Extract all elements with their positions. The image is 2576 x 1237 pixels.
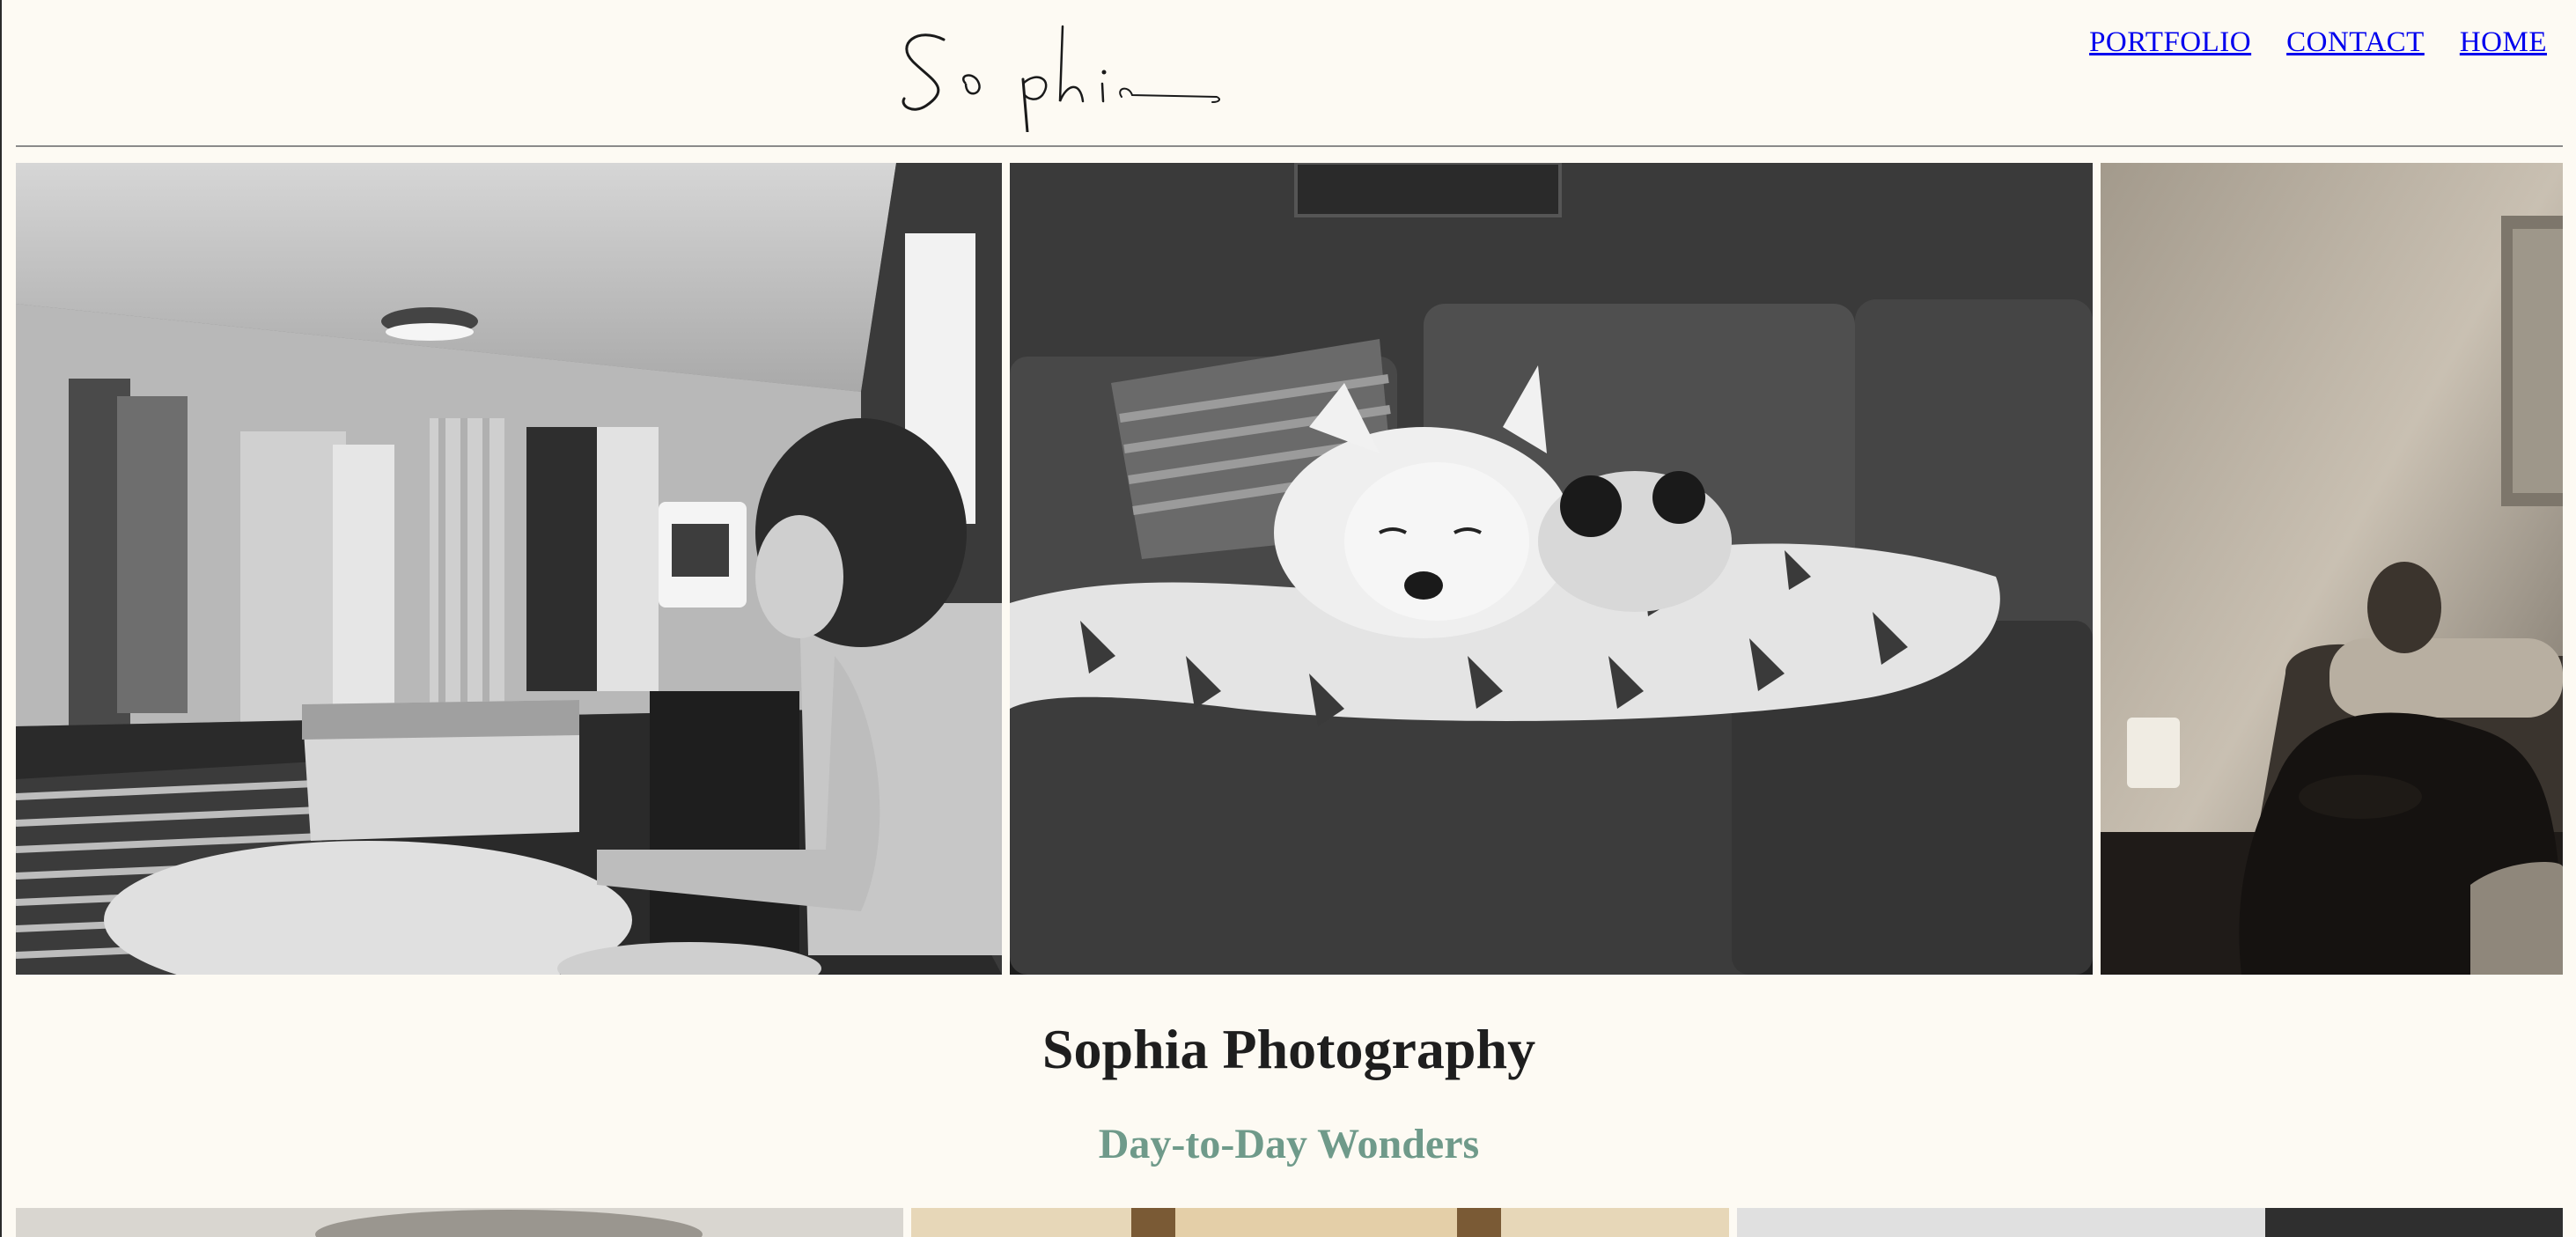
photo-gallery	[16, 163, 2563, 975]
page-title: Sophia Photography	[1041, 1018, 1536, 1080]
gallery-photo-secondary-1[interactable]	[16, 1208, 903, 1237]
gallery-photo-man-with-mug[interactable]	[16, 163, 1002, 975]
gallery-photo-dog-on-couch[interactable]	[1010, 163, 2093, 975]
nav-link-home[interactable]: HOME	[2460, 26, 2547, 59]
photo-gallery-secondary	[16, 1208, 2563, 1237]
nav-link-portfolio[interactable]: PORTFOLIO	[2089, 26, 2251, 59]
gallery-photo-man-reading[interactable]	[2101, 163, 2563, 975]
sophia-signature-logo[interactable]	[891, 18, 1225, 134]
page-subtitle: Day-to-Day Wonders	[1098, 1121, 1480, 1167]
nav-link-contact[interactable]: CONTACT	[2286, 26, 2425, 59]
site-header: PORTFOLIO CONTACT HOME	[2, 0, 2576, 148]
gallery-photo-secondary-2[interactable]	[911, 1208, 1729, 1237]
header-divider	[16, 145, 2563, 147]
main-nav: PORTFOLIO CONTACT HOME	[2089, 26, 2547, 59]
gallery-photo-secondary-3[interactable]	[1737, 1208, 2563, 1237]
